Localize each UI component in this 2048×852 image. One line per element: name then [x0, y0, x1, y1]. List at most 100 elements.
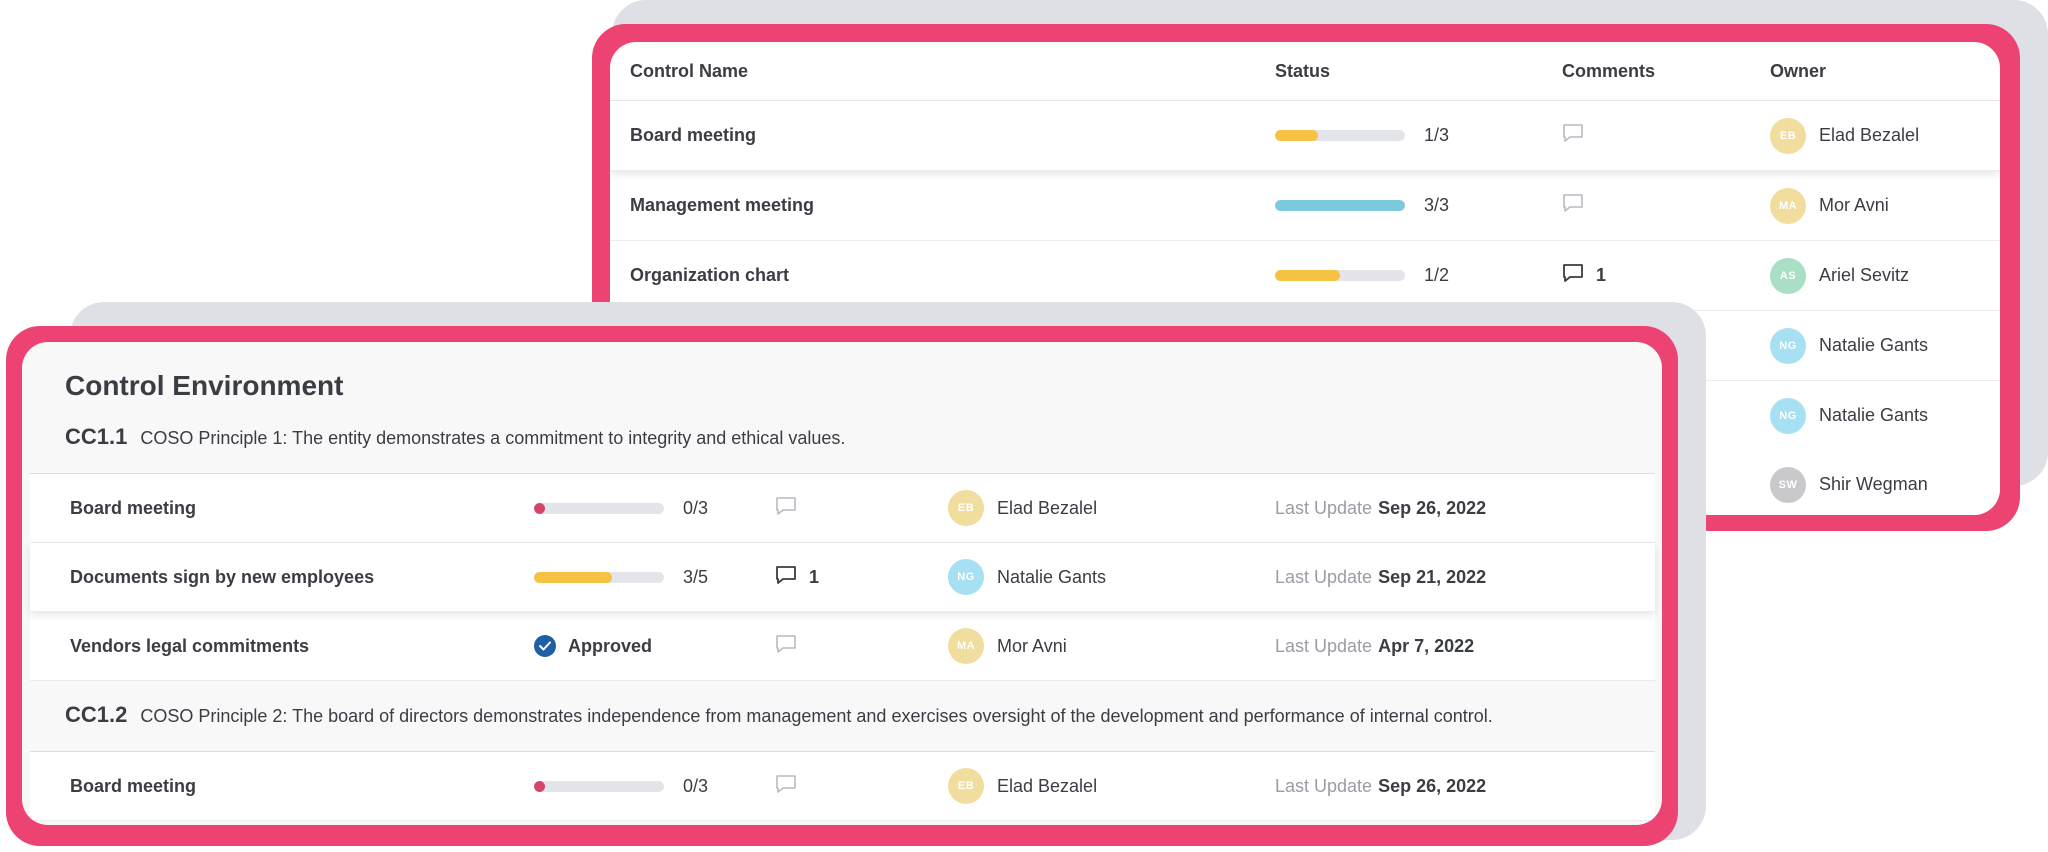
progress-fill — [534, 780, 545, 792]
owner-cell: EB Elad Bezalel — [948, 752, 1097, 820]
control-name[interactable]: Documents sign by new employees — [70, 543, 374, 611]
progress-fill — [1275, 130, 1318, 141]
owner-name: Mor Avni — [997, 635, 1067, 656]
header-status[interactable]: Status — [1275, 42, 1330, 100]
avatar: MA — [1770, 187, 1806, 224]
control-row[interactable]: Vendors legal commitments Approved MA Mo… — [30, 612, 1655, 681]
last-update-label: Last Update — [1275, 775, 1373, 796]
owner-name: Elad Bezalel — [1819, 125, 1920, 145]
last-update-label: Last Update — [1275, 566, 1373, 587]
status-progress: 3/3 — [1275, 171, 1449, 240]
section-header: CC1.1 COSO Principle 1: The entity demon… — [65, 424, 845, 450]
table-row[interactable]: Board meeting 1/3 EB Elad Bezalel — [610, 101, 2000, 171]
progress-label: 0/3 — [683, 497, 709, 518]
comments-cell[interactable] — [775, 752, 797, 820]
header-owner[interactable]: Owner — [1770, 42, 1826, 100]
table-row[interactable]: Organization chart 1/2 1 AS Ariel Sevitz — [610, 241, 2000, 311]
last-update-date: Sep 26, 2022 — [1378, 497, 1487, 518]
status-text: Approved — [568, 635, 653, 656]
last-update-date: Sep 21, 2022 — [1378, 566, 1487, 587]
progress-bar — [1275, 270, 1405, 281]
comment-icon[interactable] — [1562, 123, 1584, 148]
comments-cell[interactable] — [1562, 171, 1584, 240]
progress-label: 3/5 — [683, 566, 709, 587]
comment-icon[interactable] — [775, 565, 797, 590]
control-name[interactable]: Board meeting — [630, 101, 756, 170]
section-code: CC1.2 — [65, 702, 128, 727]
avatar: NG — [1770, 397, 1806, 434]
section-code: CC1.1 — [65, 424, 128, 449]
header-comments[interactable]: Comments — [1562, 42, 1655, 100]
comment-icon[interactable] — [1562, 193, 1584, 218]
comments-cell[interactable] — [1562, 101, 1584, 170]
control-row[interactable]: Board meeting 0/3 EB Elad Bezalel Last U… — [30, 474, 1655, 543]
progress-label: 1/3 — [1424, 125, 1450, 145]
status-progress: 1/2 — [1275, 241, 1449, 310]
control-name[interactable]: Board meeting — [70, 752, 196, 820]
last-update: Last Update Sep 26, 2022 — [1275, 474, 1486, 542]
progress-bar — [534, 571, 664, 583]
owner-name: Ariel Sevitz — [1819, 265, 1910, 285]
comment-icon[interactable] — [775, 634, 797, 659]
comments-cell[interactable] — [775, 474, 797, 542]
comments-cell[interactable]: 1 — [1562, 241, 1606, 310]
owner-name: Natalie Gants — [997, 566, 1107, 587]
control-row[interactable]: Documents sign by new employees 3/5 1 NG… — [30, 543, 1655, 612]
status-progress: 0/3 — [534, 474, 708, 542]
control-name[interactable]: Organization chart — [630, 241, 789, 310]
owner-name: Elad Bezalel — [997, 775, 1098, 796]
owner-name: Shir Wegman — [1819, 474, 1928, 494]
card-title: Control Environment — [65, 370, 344, 401]
progress-bar — [534, 502, 664, 514]
last-update-label: Last Update — [1275, 497, 1373, 518]
last-update: Last Update Apr 7, 2022 — [1275, 612, 1474, 680]
check-circle-icon — [534, 635, 556, 657]
comment-icon[interactable] — [1562, 263, 1584, 288]
owner-name: Natalie Gants — [1819, 335, 1929, 355]
control-row[interactable]: Board meeting 0/3 EB Elad Bezalel Last U… — [30, 752, 1655, 821]
section-description: COSO Principle 2: The board of directors… — [140, 706, 1493, 726]
comments-cell[interactable] — [775, 612, 797, 680]
control-name[interactable]: Board meeting — [70, 474, 196, 542]
avatar: EB — [948, 490, 984, 526]
owner-cell: EB Elad Bezalel — [948, 474, 1097, 542]
last-update-label: Last Update — [1275, 635, 1373, 656]
owner-cell: NG Natalie Gants — [948, 543, 1106, 611]
comment-icon[interactable] — [775, 496, 797, 521]
last-update: Last Update Sep 21, 2022 — [1275, 543, 1486, 611]
progress-label: 1/2 — [1424, 265, 1450, 285]
avatar: EB — [948, 768, 984, 804]
last-update-date: Apr 7, 2022 — [1378, 635, 1475, 656]
control-name[interactable]: Management meeting — [630, 171, 814, 240]
progress-fill — [1275, 200, 1405, 211]
progress-bar — [534, 780, 664, 792]
progress-fill — [1275, 270, 1340, 281]
comment-count: 1 — [809, 566, 820, 587]
progress-label: 3/3 — [1424, 195, 1450, 215]
owner-cell: MA Mor Avni — [948, 612, 1067, 680]
table-header: Control Name Status Comments Owner — [610, 42, 2000, 101]
header-control-name[interactable]: Control Name — [630, 42, 748, 100]
owner-name: Natalie Gants — [1819, 405, 1929, 425]
progress-bar — [1275, 130, 1405, 141]
avatar: SW — [1770, 466, 1806, 503]
avatar: AS — [1770, 257, 1806, 294]
control-name[interactable]: Vendors legal commitments — [70, 612, 309, 680]
owner-cell: NG Natalie Gants — [1770, 311, 1928, 380]
owner-name: Elad Bezalel — [997, 497, 1098, 518]
avatar: MA — [948, 628, 984, 664]
last-update: Last Update Sep 26, 2022 — [1275, 752, 1486, 820]
status-approved: Approved — [534, 612, 652, 680]
owner-cell: EB Elad Bezalel — [1770, 101, 1919, 170]
table-row[interactable]: Management meeting 3/3 MA Mor Avni — [610, 171, 2000, 241]
progress-fill — [534, 571, 612, 583]
progress-label: 0/3 — [683, 775, 709, 796]
comment-count: 1 — [1596, 265, 1607, 285]
avatar: EB — [1770, 117, 1806, 154]
comments-cell[interactable]: 1 — [775, 543, 819, 611]
owner-cell: MA Mor Avni — [1770, 171, 1889, 240]
avatar: NG — [948, 559, 984, 595]
comment-icon[interactable] — [775, 774, 797, 799]
last-update-date: Sep 26, 2022 — [1378, 775, 1487, 796]
progress-fill — [534, 502, 545, 514]
